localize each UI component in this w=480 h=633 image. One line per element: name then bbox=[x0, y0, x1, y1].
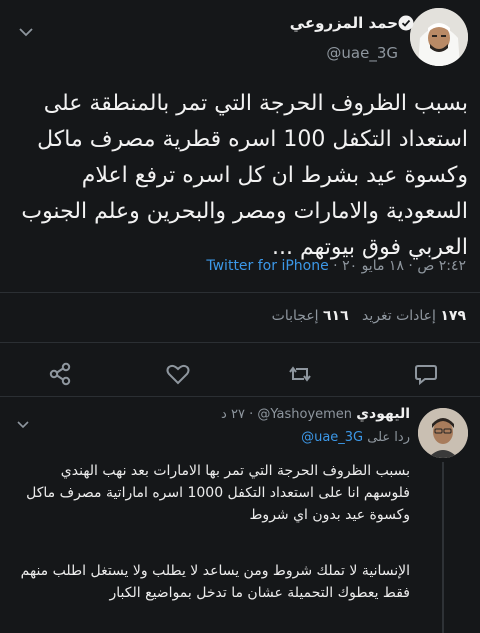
divider bbox=[0, 292, 480, 293]
reply-author-avatar[interactable] bbox=[418, 408, 468, 458]
divider bbox=[0, 396, 480, 397]
retweets-label[interactable]: إعادات تغريد bbox=[362, 308, 436, 324]
meta-separator: · bbox=[408, 258, 413, 274]
author-avatar[interactable] bbox=[410, 8, 468, 66]
reply-time: ٢٧ د bbox=[221, 407, 245, 422]
reply-author-handle[interactable]: @Yashoyemen bbox=[257, 407, 352, 422]
reply-author-name[interactable]: اليهودي bbox=[356, 406, 410, 422]
likes-count[interactable]: ٦١٦ bbox=[323, 308, 349, 324]
author-handle[interactable]: @uae_3G bbox=[326, 44, 398, 62]
reply-icon[interactable] bbox=[412, 360, 440, 388]
tweet-meta: ٢:٤٢ ص · ١٨ مايو ٢٠ · Twitter for iPhone bbox=[206, 258, 466, 274]
retweet-icon[interactable] bbox=[286, 360, 314, 388]
meta-separator: · bbox=[333, 258, 338, 274]
divider bbox=[0, 342, 480, 343]
chevron-down-icon[interactable] bbox=[18, 22, 34, 37]
chevron-down-icon[interactable] bbox=[16, 414, 30, 429]
tweet-text: بسبب الظروف الحرجة التي تمر بالمنطقة على… bbox=[21, 91, 468, 260]
replying-to: ردا على @uae_3G bbox=[301, 430, 410, 445]
tweet-time: ٢:٤٢ ص bbox=[417, 258, 466, 274]
verified-badge-icon bbox=[398, 15, 414, 31]
reply-text-paragraph-1: بسبب الظروف الحرجة التي تمر بها الامارات… bbox=[26, 463, 410, 523]
retweets-count[interactable]: ١٧٩ bbox=[440, 308, 466, 324]
author-name[interactable]: حمد المزروعي bbox=[290, 14, 398, 32]
tweet-stats: ١٧٩ إعادات تغريد ٦١٦ إعجابات bbox=[272, 308, 466, 324]
replying-to-label: ردا على bbox=[367, 430, 410, 445]
share-icon[interactable] bbox=[46, 360, 74, 388]
tweet-client-link[interactable]: Twitter for iPhone bbox=[206, 258, 328, 274]
reply-text-paragraph-2: الإنسانية لا تملك شروط ومن يساعد لا يطلب… bbox=[20, 563, 410, 601]
reply-separator: · bbox=[249, 407, 254, 422]
thread-line bbox=[442, 462, 444, 633]
tweet-date: ١٨ مايو ٢٠ bbox=[342, 258, 404, 274]
replying-to-handle[interactable]: @uae_3G bbox=[301, 430, 363, 445]
reply-header: اليهودي @Yashoyemen · ٢٧ د bbox=[221, 406, 410, 422]
likes-label[interactable]: إعجابات bbox=[272, 308, 319, 324]
like-icon[interactable] bbox=[164, 360, 192, 388]
